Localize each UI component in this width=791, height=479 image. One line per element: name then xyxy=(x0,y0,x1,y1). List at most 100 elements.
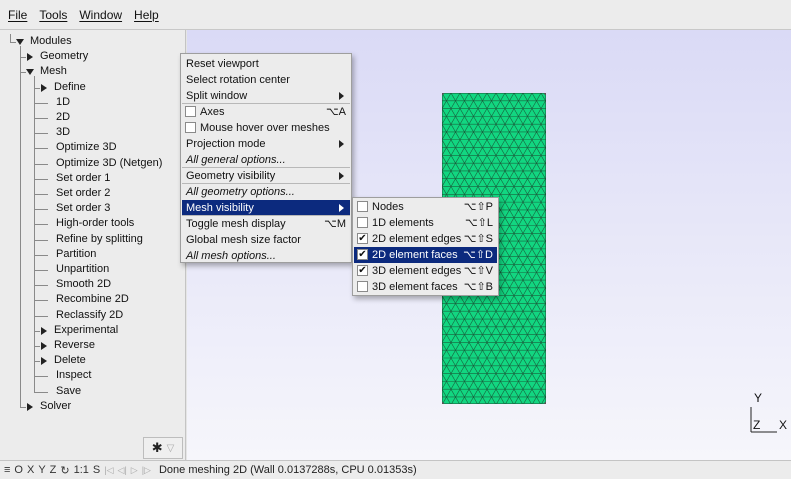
context-menu-item-all-geometry-options[interactable]: All geometry options... xyxy=(182,184,350,200)
tree-item-solver[interactable]: Solver xyxy=(0,399,186,414)
submenu-item-2d-element-faces[interactable]: ✔ 2D element faces ⌥⇧D xyxy=(354,247,497,263)
animation-control-3[interactable]: |▷ xyxy=(142,465,151,476)
checkbox[interactable]: ✔ xyxy=(357,265,368,276)
context-menu-item-global-mesh-size-factor[interactable]: Global mesh size factor xyxy=(182,232,350,248)
checkbox[interactable] xyxy=(357,201,368,212)
animation-control-2[interactable]: ▷ xyxy=(131,465,138,476)
tree-item-3d[interactable]: 3D xyxy=(0,125,186,140)
checkbox[interactable] xyxy=(185,106,196,117)
menu-item-label: 2D element faces xyxy=(372,249,458,261)
tree-item-label: Geometry xyxy=(40,50,89,63)
animation-control-1[interactable]: ◁| xyxy=(118,465,127,476)
status-control-7[interactable]: S xyxy=(93,464,100,476)
context-menu-item-geometry-visibility[interactable]: Geometry visibility xyxy=(182,168,350,184)
expanded-arrow-icon[interactable] xyxy=(16,39,24,45)
expanded-arrow-icon[interactable] xyxy=(26,69,34,76)
context-menu-item-axes[interactable]: Axes ⌥A xyxy=(182,104,350,120)
submenu-item-3d-element-faces[interactable]: 3D element faces ⌥⇧B xyxy=(354,279,497,295)
tree-item-smooth-2d[interactable]: Smooth 2D xyxy=(0,277,186,292)
tree-item-set-order-1[interactable]: Set order 1 xyxy=(0,171,186,186)
tree-item-delete[interactable]: Delete xyxy=(0,353,186,368)
tree-item-inspect[interactable]: Inspect xyxy=(0,368,186,383)
menu-item-label: 3D element faces xyxy=(372,281,458,293)
menu-file[interactable]: File xyxy=(2,0,33,30)
axis-x-label: X xyxy=(779,418,787,432)
submenu-item-1d-elements[interactable]: 1D elements ⌥⇧L xyxy=(354,215,497,231)
checkbox[interactable]: ✔ xyxy=(357,249,368,260)
tree-item-define[interactable]: Define xyxy=(0,80,186,95)
status-control-1[interactable]: O xyxy=(14,464,23,476)
menu-item-label: Nodes xyxy=(372,201,404,213)
animation-control-0[interactable]: |◁ xyxy=(104,465,113,476)
tree-item-optimize-3d[interactable]: Optimize 3D xyxy=(0,140,186,155)
shortcut-label: ⌥M xyxy=(324,218,346,230)
menu-item-label: Reset viewport xyxy=(186,58,259,70)
context-menu-item-toggle-mesh-display[interactable]: Toggle mesh display ⌥M xyxy=(182,216,350,232)
tree-item-optimize-3d-netgen[interactable]: Optimize 3D (Netgen) xyxy=(0,156,186,171)
options-button[interactable]: ✱ ▽ xyxy=(143,437,183,459)
tree-item-unpartition[interactable]: Unpartition xyxy=(0,262,186,277)
tree-item-recombine-2d[interactable]: Recombine 2D xyxy=(0,292,186,307)
context-menu-item-all-mesh-options[interactable]: All mesh options... xyxy=(182,248,350,264)
checkbox[interactable] xyxy=(357,281,368,292)
status-control-3[interactable]: Y xyxy=(38,464,45,476)
tree-item-label: Inspect xyxy=(56,369,92,382)
menu-bar: File Tools Window Help xyxy=(0,0,791,30)
tree-item-refine-by-splitting[interactable]: Refine by splitting xyxy=(0,232,186,247)
tree-item-partition[interactable]: Partition xyxy=(0,247,186,262)
submenu-item-3d-element-edges[interactable]: ✔ 3D element edges ⌥⇧V xyxy=(354,263,497,279)
status-bar: ≡ O X Y Z ↻ 1:1 S |◁ ◁| ▷ |▷ Done meshing 2D (Wall 0… xyxy=(0,460,791,479)
status-control-6[interactable]: 1:1 xyxy=(74,464,89,476)
collapsed-arrow-icon[interactable] xyxy=(27,402,33,411)
checkbox[interactable] xyxy=(185,122,196,133)
collapsed-arrow-icon[interactable] xyxy=(41,342,47,350)
menu-tools[interactable]: Tools xyxy=(33,0,73,30)
context-menu-item-reset-viewport[interactable]: Reset viewport xyxy=(182,56,350,72)
menu-window[interactable]: Window xyxy=(73,0,128,30)
shortcut-label: ⌥⇧V xyxy=(463,265,493,277)
tree-item-set-order-2[interactable]: Set order 2 xyxy=(0,186,186,201)
status-control-4[interactable]: Z xyxy=(50,464,57,476)
tree-item-mesh[interactable]: Mesh xyxy=(0,64,186,79)
axes-indicator: Y Z X xyxy=(750,391,787,433)
context-menu: Reset viewport Select rotation center Spli… xyxy=(180,53,352,263)
collapsed-arrow-icon[interactable] xyxy=(27,53,33,62)
tree-item-geometry[interactable]: Geometry xyxy=(0,49,186,64)
status-control-5[interactable]: ↻ xyxy=(60,464,69,477)
context-menu-item-select-rotation-center[interactable]: Select rotation center xyxy=(182,72,350,88)
tree-item-save[interactable]: Save xyxy=(0,384,186,399)
context-menu-item-mouse-hover-over-meshes[interactable]: Mouse hover over meshes xyxy=(182,120,350,136)
tree-item-reclassify-2d[interactable]: Reclassify 2D xyxy=(0,308,186,323)
tree-item-2d[interactable]: 2D xyxy=(0,110,186,125)
tree-item-label: High-order tools xyxy=(56,217,135,230)
checkbox[interactable] xyxy=(357,217,368,228)
menu-help[interactable]: Help xyxy=(128,0,165,30)
collapsed-arrow-icon[interactable] xyxy=(41,83,47,92)
tree-item-modules[interactable]: Modules xyxy=(0,34,186,49)
collapsed-arrow-icon[interactable] xyxy=(41,326,47,335)
checkbox[interactable]: ✔ xyxy=(357,233,368,244)
tree-item-label: Set order 3 xyxy=(56,202,111,215)
submenu-item-nodes[interactable]: Nodes ⌥⇧P xyxy=(354,199,497,215)
gear-icon: ✱ xyxy=(151,440,163,455)
context-menu-item-all-general-options[interactable]: All general options... xyxy=(182,152,350,168)
collapsed-arrow-icon[interactable] xyxy=(41,357,47,366)
status-control-0[interactable]: ≡ xyxy=(4,464,10,476)
submenu-item-2d-element-edges[interactable]: ✔ 2D element edges ⌥⇧S xyxy=(354,231,497,247)
shortcut-label: ⌥⇧S xyxy=(463,233,493,245)
tree-item-reverse[interactable]: Reverse xyxy=(0,338,186,353)
tree-item-label: 3D xyxy=(56,126,71,139)
menu-item-label: Select rotation center xyxy=(186,74,290,86)
tree-item-label: Partition xyxy=(56,247,97,260)
context-menu-item-split-window[interactable]: Split window xyxy=(182,88,350,104)
filter-icon: ▽ xyxy=(166,442,175,454)
tree-item-experimental[interactable]: Experimental xyxy=(0,323,186,338)
tree-item-label: Set order 1 xyxy=(56,171,111,184)
tree-item-high-order-tools[interactable]: High-order tools xyxy=(0,216,186,231)
tree-item-1d[interactable]: 1D xyxy=(0,95,186,110)
tree-item-set-order-3[interactable]: Set order 3 xyxy=(0,201,186,216)
context-menu-item-mesh-visibility[interactable]: Mesh visibility xyxy=(182,200,350,216)
module-tree-panel: Modules Geometry Mesh Define 1D 2D 3D Optimize … xyxy=(0,30,186,460)
status-control-2[interactable]: X xyxy=(27,464,34,476)
context-menu-item-projection-mode[interactable]: Projection mode xyxy=(182,136,350,152)
